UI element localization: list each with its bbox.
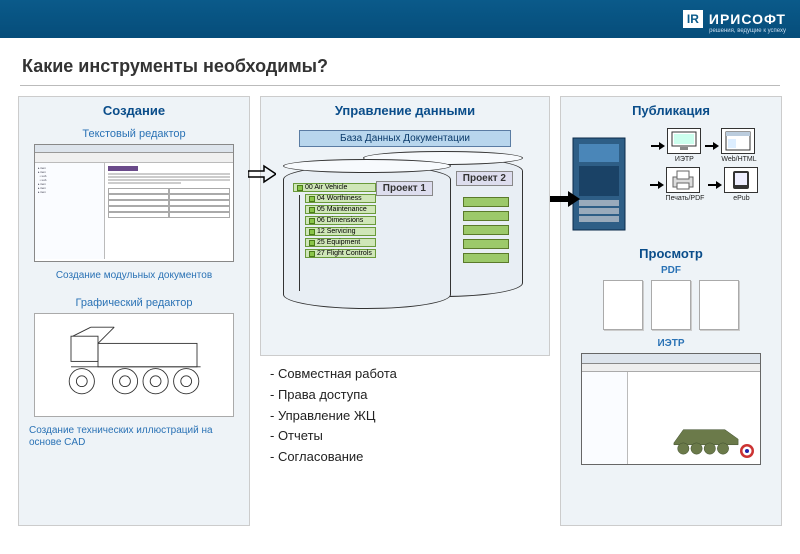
col2-title: Управление данными	[261, 97, 549, 124]
graphic-editor-mock	[34, 313, 234, 417]
db-title: База Данных Документации	[299, 130, 511, 147]
pdf-label: PDF	[561, 265, 781, 276]
feature-item: - Права доступа	[270, 385, 550, 406]
pdf-thumb	[699, 280, 739, 330]
page-title: Какие инструменты необходимы?	[0, 38, 800, 85]
output-webhtml: Web/HTML	[721, 128, 756, 163]
ietp-viewer-label: ИЭТР	[561, 338, 781, 349]
column-data-mgmt: Управление данными База Данных Документа…	[260, 96, 550, 356]
feature-item: - Совместная работа	[270, 364, 550, 385]
graphic-editor-label: Графический редактор	[19, 297, 249, 309]
arrow-icon	[708, 180, 722, 190]
brand-logo: IR ИРИСОФТ	[683, 10, 786, 28]
feature-item: - Согласование	[270, 447, 550, 468]
caption-cad-illustrations: Создание технических иллюстраций на осно…	[19, 423, 249, 452]
arrow-icon	[651, 141, 665, 151]
roundel-icon	[740, 444, 754, 458]
browser-icon	[724, 130, 752, 152]
viewer-title: Просмотр	[561, 246, 781, 261]
project-2-label: Проект 2	[456, 171, 513, 186]
text-editor-mock: ▸ item▸ item • sub • sub ▸ item▸ item▸ i…	[34, 144, 234, 262]
truck-icon	[39, 320, 229, 410]
output-epub: ePub	[724, 167, 758, 202]
column-creation: Создание Текстовый редактор ▸ item▸ item…	[18, 96, 250, 526]
column-data-mgmt-wrap: Управление данными База Данных Документа…	[260, 96, 550, 526]
pdf-thumb	[603, 280, 643, 330]
columns: Создание Текстовый редактор ▸ item▸ item…	[0, 96, 800, 526]
feature-item: - Отчеты	[270, 426, 550, 447]
brand-badge: IR	[683, 10, 703, 28]
pdf-thumbnails	[561, 280, 781, 330]
printer-icon	[669, 169, 697, 191]
divider	[20, 85, 780, 86]
brand-name: ИРИСОФТ	[709, 11, 786, 27]
vehicle-icon	[668, 424, 744, 458]
text-editor-label: Текстовый редактор	[19, 128, 249, 140]
pdf-thumb	[651, 280, 691, 330]
brand-tagline: решения, ведущие к успеху	[709, 28, 786, 34]
database-illustration: База Данных Документации Проект 2	[279, 130, 531, 311]
topbar: IR ИРИСОФТ решения, ведущие к успеху	[0, 0, 800, 38]
project-tree: 00 Air Vehicle 04 Worthiness 05 Maintena…	[293, 183, 376, 260]
feature-item: - Управление ЖЦ	[270, 406, 550, 427]
caption-modular-docs: Создание модульных документов	[19, 268, 249, 285]
arrow-icon	[650, 180, 664, 190]
arrow-db-to-pub	[550, 190, 580, 208]
monitor-icon	[670, 130, 698, 152]
col1-title: Создание	[19, 97, 249, 124]
server-icon	[569, 134, 629, 234]
ereader-icon	[727, 169, 755, 191]
arrow-icon	[705, 141, 719, 151]
column-publication: Публикация ИЭТР	[560, 96, 782, 526]
project-1-label: Проект 1	[376, 181, 433, 196]
output-print-pdf: Печать/PDF	[666, 167, 705, 202]
output-ietp: ИЭТР	[667, 128, 701, 163]
arrow-creation-to-db	[248, 164, 276, 184]
features-list: - Совместная работа - Права доступа - Уп…	[270, 364, 550, 468]
ietp-browser-mock	[581, 353, 761, 465]
col3-title: Публикация	[561, 97, 781, 124]
